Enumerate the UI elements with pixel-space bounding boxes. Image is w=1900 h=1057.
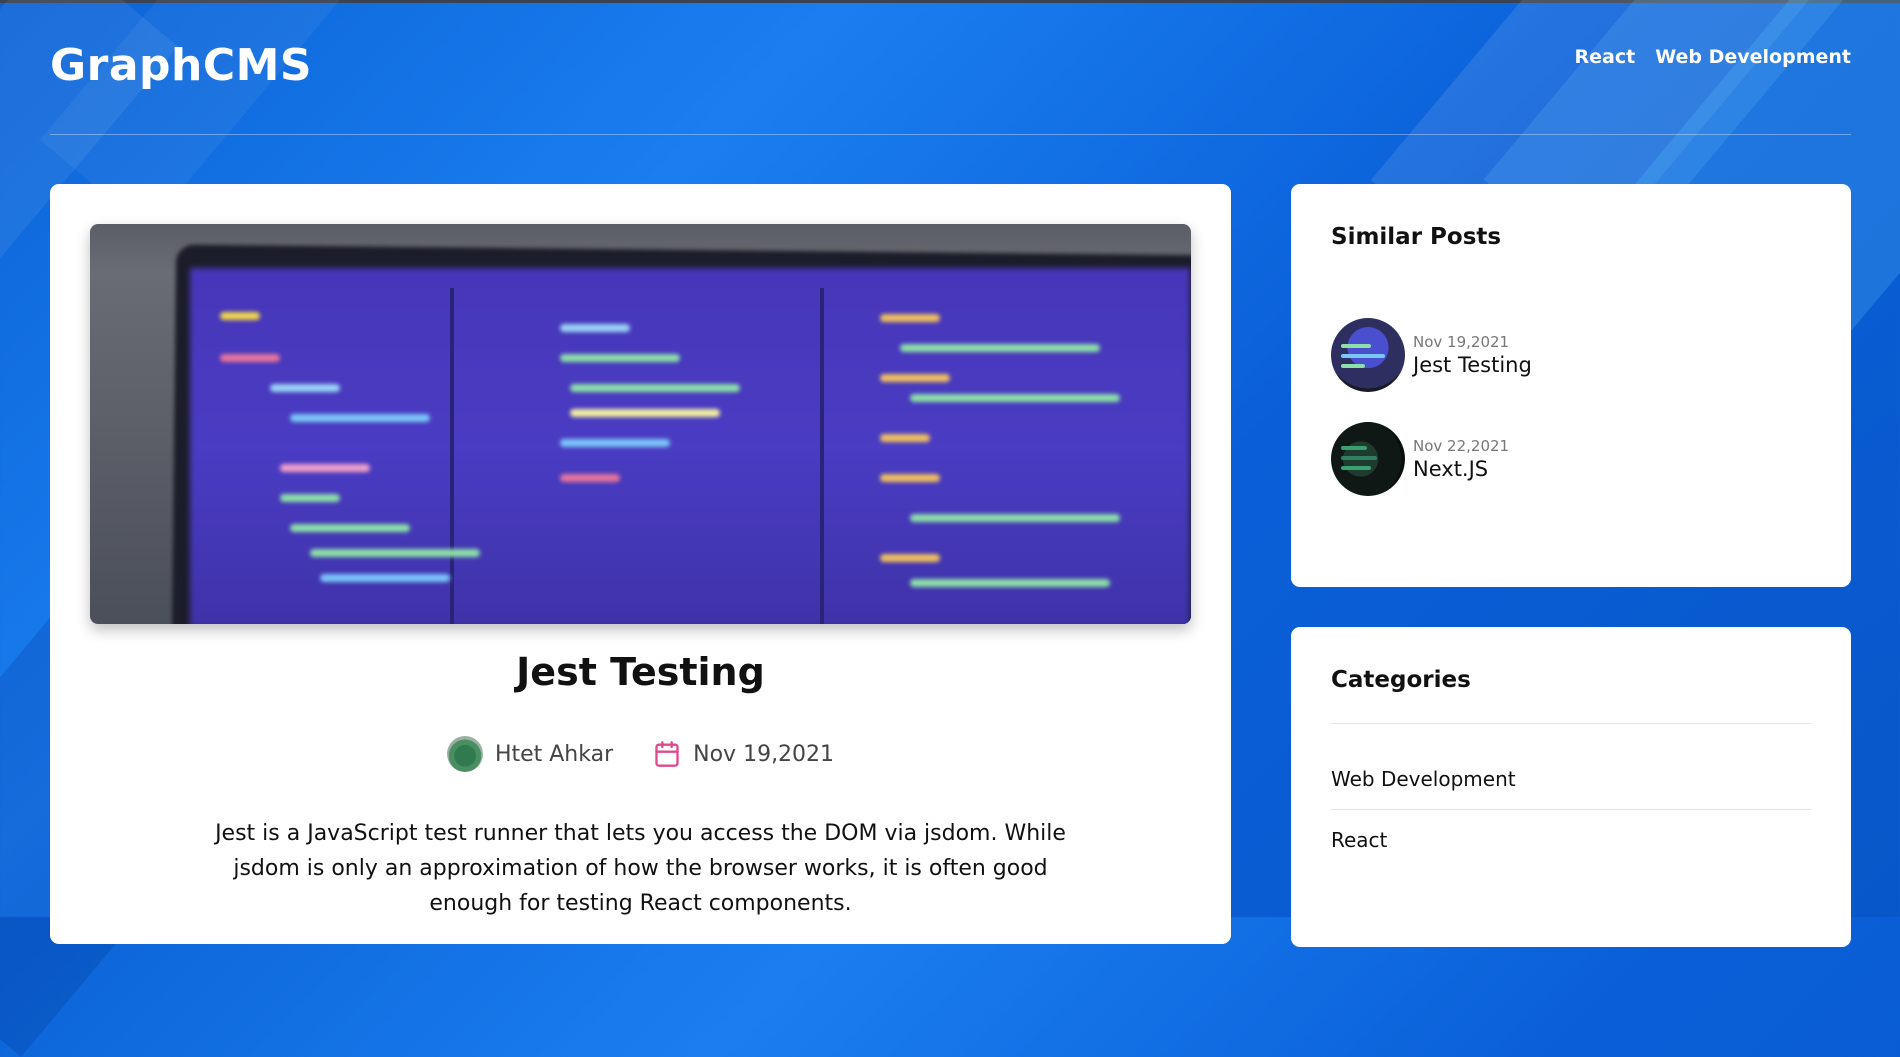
post-card: Jest Testing Htet Ahkar Nov 19,2021 Jest… bbox=[50, 184, 1231, 944]
similar-posts-widget: Similar Posts Nov 19,2021 Jest Testing N… bbox=[1291, 184, 1851, 587]
nav-link-web-development[interactable]: Web Development bbox=[1655, 46, 1851, 68]
image-code-screen bbox=[190, 268, 1190, 624]
top-nav: React Web Development bbox=[1575, 46, 1851, 68]
image-code-line bbox=[560, 439, 670, 447]
author-avatar bbox=[446, 736, 483, 772]
category-link-react[interactable]: React bbox=[1331, 828, 1387, 852]
site-logo[interactable]: GraphCMS bbox=[50, 40, 312, 91]
image-code-line bbox=[880, 434, 930, 442]
image-code-line bbox=[880, 314, 940, 322]
similar-post-title[interactable]: Jest Testing bbox=[1413, 353, 1532, 377]
category-divider bbox=[1331, 809, 1811, 810]
categories-divider bbox=[1331, 723, 1811, 724]
image-code-line bbox=[220, 312, 260, 320]
image-code-line bbox=[560, 474, 620, 482]
image-code-line bbox=[310, 549, 480, 557]
calendar-icon bbox=[653, 740, 681, 768]
image-code-line bbox=[560, 354, 680, 362]
post-author: Htet Ahkar bbox=[446, 736, 614, 772]
image-code-line bbox=[570, 409, 720, 417]
image-code-line bbox=[280, 494, 340, 502]
image-code-line bbox=[270, 384, 340, 392]
categories-heading: Categories bbox=[1331, 667, 1471, 693]
similar-post-title[interactable]: Next.JS bbox=[1413, 457, 1509, 481]
image-code-line bbox=[880, 374, 950, 382]
categories-widget: Categories Web Development React bbox=[1291, 627, 1851, 947]
image-code-line bbox=[290, 414, 430, 422]
post-title: Jest Testing bbox=[516, 650, 765, 694]
image-code-line bbox=[880, 474, 940, 482]
author-name: Htet Ahkar bbox=[494, 741, 614, 767]
site-header: GraphCMS React Web Development bbox=[50, 0, 1851, 135]
image-code-line bbox=[290, 524, 410, 532]
image-code-line bbox=[560, 324, 630, 332]
image-code-line bbox=[910, 394, 1120, 402]
post-excerpt: Jest is a JavaScript test runner that le… bbox=[215, 821, 1066, 916]
image-code-line bbox=[910, 579, 1110, 587]
image-code-line bbox=[320, 574, 450, 582]
similar-posts-heading: Similar Posts bbox=[1331, 224, 1502, 250]
image-code-line bbox=[880, 554, 940, 562]
similar-post-item[interactable]: Nov 19,2021 Jest Testing bbox=[1331, 318, 1532, 392]
image-code-line bbox=[220, 354, 280, 362]
nav-link-react[interactable]: React bbox=[1575, 46, 1636, 68]
similar-post-date: Nov 19,2021 bbox=[1413, 333, 1510, 351]
image-pane-divider bbox=[820, 288, 824, 624]
post-date: Nov 19,2021 bbox=[653, 740, 834, 768]
post-date-text: Nov 19,2021 bbox=[693, 741, 835, 767]
image-code-line bbox=[280, 464, 370, 472]
image-code-line bbox=[570, 384, 740, 392]
similar-post-thumbnail[interactable] bbox=[1331, 318, 1405, 392]
similar-post-thumbnail[interactable] bbox=[1331, 422, 1405, 496]
image-pane-divider bbox=[450, 288, 454, 624]
post-featured-image bbox=[90, 224, 1191, 624]
category-link-web-development[interactable]: Web Development bbox=[1331, 767, 1516, 791]
image-code-line bbox=[900, 344, 1100, 352]
post-meta: Htet Ahkar Nov 19,2021 bbox=[50, 736, 1231, 772]
similar-post-item[interactable]: Nov 22,2021 Next.JS bbox=[1331, 422, 1509, 496]
similar-post-date: Nov 22,2021 bbox=[1413, 437, 1510, 455]
image-code-line bbox=[910, 514, 1120, 522]
